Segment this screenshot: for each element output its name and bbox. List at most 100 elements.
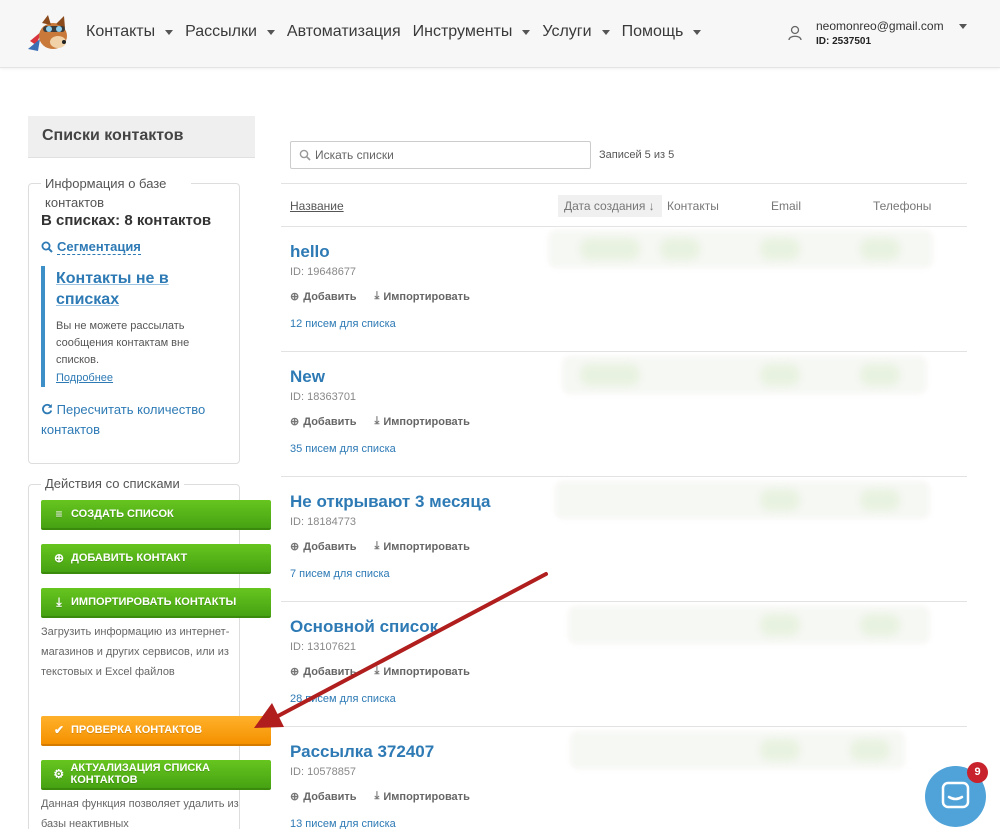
nav-tools[interactable]: Инструменты <box>413 23 531 41</box>
list-actions: ⊕ Добавить ⤓ Импортировать <box>290 665 488 678</box>
actualize-list-button[interactable]: ⚙ АКТУАЛИЗАЦИЯ СПИСКА КОНТАКТОВ <box>41 760 271 790</box>
not-in-lists-link[interactable]: Контакты не в списках <box>56 268 216 310</box>
import-to-list-button[interactable]: ⤓ Импортировать <box>375 790 470 803</box>
list-title[interactable]: Не открывают 3 месяца <box>290 492 490 512</box>
user-icon <box>788 25 802 41</box>
blurred-cell <box>860 364 900 386</box>
plus-circle-icon: ⊕ <box>290 416 300 428</box>
refresh-icon <box>42 403 53 415</box>
divider <box>281 351 967 352</box>
nav-mailings[interactable]: Рассылки <box>185 23 275 41</box>
download-icon: ⤓ <box>374 415 380 427</box>
list-title[interactable]: Основной список <box>290 617 438 637</box>
main-menu: Контакты Рассылки Автоматизация Инструме… <box>86 23 713 41</box>
list-actions-legend: Действия со списками <box>41 474 184 493</box>
nav-contacts[interactable]: Контакты <box>86 23 174 41</box>
column-header-name[interactable]: Название <box>290 199 344 213</box>
records-count: Записей 5 из 5 <box>599 149 675 161</box>
list-letters-link[interactable]: 35 писем для списка <box>290 443 396 455</box>
import-to-list-button[interactable]: ⤓ Импортировать <box>375 290 470 303</box>
plus-circle-icon: ⊕ <box>290 541 300 553</box>
gears-icon: ⚙ <box>53 767 65 781</box>
note-accent-bar <box>41 266 45 387</box>
logo-icon[interactable] <box>26 11 72 55</box>
nav-services[interactable]: Услуги <box>542 23 610 41</box>
column-header-contacts[interactable]: Контакты <box>667 199 719 213</box>
chat-unread-badge: 9 <box>967 762 988 783</box>
nav-automation[interactable]: Автоматизация <box>287 23 401 41</box>
button-label: ИМПОРТИРОВАТЬ КОНТАКТЫ <box>71 596 237 608</box>
blurred-cell <box>660 238 700 260</box>
download-icon: ⤓ <box>374 290 380 302</box>
nav-label: Помощь <box>621 23 684 40</box>
list-id: ID: 19648677 <box>290 266 357 278</box>
nav-label: Инструменты <box>412 23 513 40</box>
list-letters-link[interactable]: 12 писем для списка <box>290 318 396 330</box>
divider <box>281 601 967 602</box>
plus-circle-icon: ⊕ <box>290 791 300 803</box>
create-list-button[interactable]: ≡ СОЗДАТЬ СПИСОК <box>41 500 271 530</box>
chevron-down-icon <box>165 29 174 35</box>
blurred-cell <box>860 614 900 636</box>
action-label: Добавить <box>303 790 357 803</box>
import-to-list-button[interactable]: ⤓ Импортировать <box>375 540 470 553</box>
chevron-down-icon <box>959 24 967 29</box>
list-actions: ⊕ Добавить ⤓ Импортировать <box>290 415 488 428</box>
list-actions: ⊕ Добавить ⤓ Импортировать <box>290 790 488 803</box>
segmentation-label: Сегментация <box>57 239 141 255</box>
button-label: ПРОВЕРКА КОНТАКТОВ <box>71 724 203 736</box>
import-contacts-button[interactable]: ⤓ ИМПОРТИРОВАТЬ КОНТАКТЫ <box>41 588 271 618</box>
divider <box>281 226 967 227</box>
list-letters-link[interactable]: 28 писем для списка <box>290 693 396 705</box>
user-id: ID: 2537501 <box>816 36 872 47</box>
button-label: АКТУАЛИЗАЦИЯ СПИСКА КОНТАКТОВ <box>70 762 210 786</box>
blurred-cell <box>760 614 800 636</box>
add-to-list-button[interactable]: ⊕ Добавить <box>290 665 357 679</box>
import-to-list-button[interactable]: ⤓ Импортировать <box>375 665 470 678</box>
check-icon: ✔ <box>53 723 65 737</box>
list-actions: ⊕ Добавить ⤓ Импортировать <box>290 290 488 303</box>
blurred-cell <box>760 364 800 386</box>
chevron-down-icon <box>522 29 531 35</box>
column-header-email[interactable]: Email <box>771 199 801 213</box>
plus-circle-icon: ⊕ <box>290 291 300 303</box>
list-title[interactable]: New <box>290 367 325 387</box>
check-contacts-button[interactable]: ✔ ПРОВЕРКА КОНТАКТОВ <box>41 716 271 746</box>
chevron-down-icon <box>601 29 610 35</box>
list-title[interactable]: hello <box>290 242 330 262</box>
add-contact-button[interactable]: ⊕ ДОБАВИТЬ КОНТАКТ <box>41 544 271 574</box>
action-label: Импортировать <box>383 290 470 303</box>
add-to-list-button[interactable]: ⊕ Добавить <box>290 540 357 554</box>
blurred-cell <box>580 238 640 260</box>
download-icon: ⤓ <box>374 540 380 552</box>
sidebar-title: Списки контактов <box>42 127 184 144</box>
blurred-cell <box>760 739 800 761</box>
list-letters-link[interactable]: 13 писем для списка <box>290 818 396 829</box>
column-header-phones[interactable]: Телефоны <box>873 199 931 213</box>
add-to-list-button[interactable]: ⊕ Добавить <box>290 290 357 304</box>
nav-help[interactable]: Помощь <box>622 23 702 41</box>
contacts-info-legend: Информация о базе контактов <box>41 174 191 212</box>
recount-link[interactable]: Пересчитать количество контактов <box>41 400 231 440</box>
action-label: Импортировать <box>383 790 470 803</box>
column-header-date[interactable]: Дата создания ↓ <box>558 195 662 217</box>
search-box[interactable] <box>290 141 591 169</box>
download-icon: ⤓ <box>56 594 62 609</box>
nav-label: Услуги <box>542 23 592 40</box>
recount-label: Пересчитать количество контактов <box>41 402 206 437</box>
segmentation-link[interactable]: Сегментация <box>41 239 141 255</box>
action-label: Добавить <box>303 665 357 678</box>
sidebar-header: Списки контактов <box>28 116 255 158</box>
search-input[interactable] <box>315 145 585 165</box>
add-to-list-button[interactable]: ⊕ Добавить <box>290 415 357 429</box>
search-icon <box>299 149 311 161</box>
top-navigation: Контакты Рассылки Автоматизация Инструме… <box>0 0 1000 68</box>
add-to-list-button[interactable]: ⊕ Добавить <box>290 790 357 804</box>
import-description: Загрузить информацию из интернет-магазин… <box>41 626 230 678</box>
list-letters-link[interactable]: 7 писем для списка <box>290 568 390 580</box>
list-title[interactable]: Рассылка 372407 <box>290 742 434 762</box>
divider <box>281 476 967 477</box>
import-to-list-button[interactable]: ⤓ Импортировать <box>375 415 470 428</box>
action-label: Импортировать <box>383 415 470 428</box>
more-info-link[interactable]: Подробнее <box>56 372 113 384</box>
